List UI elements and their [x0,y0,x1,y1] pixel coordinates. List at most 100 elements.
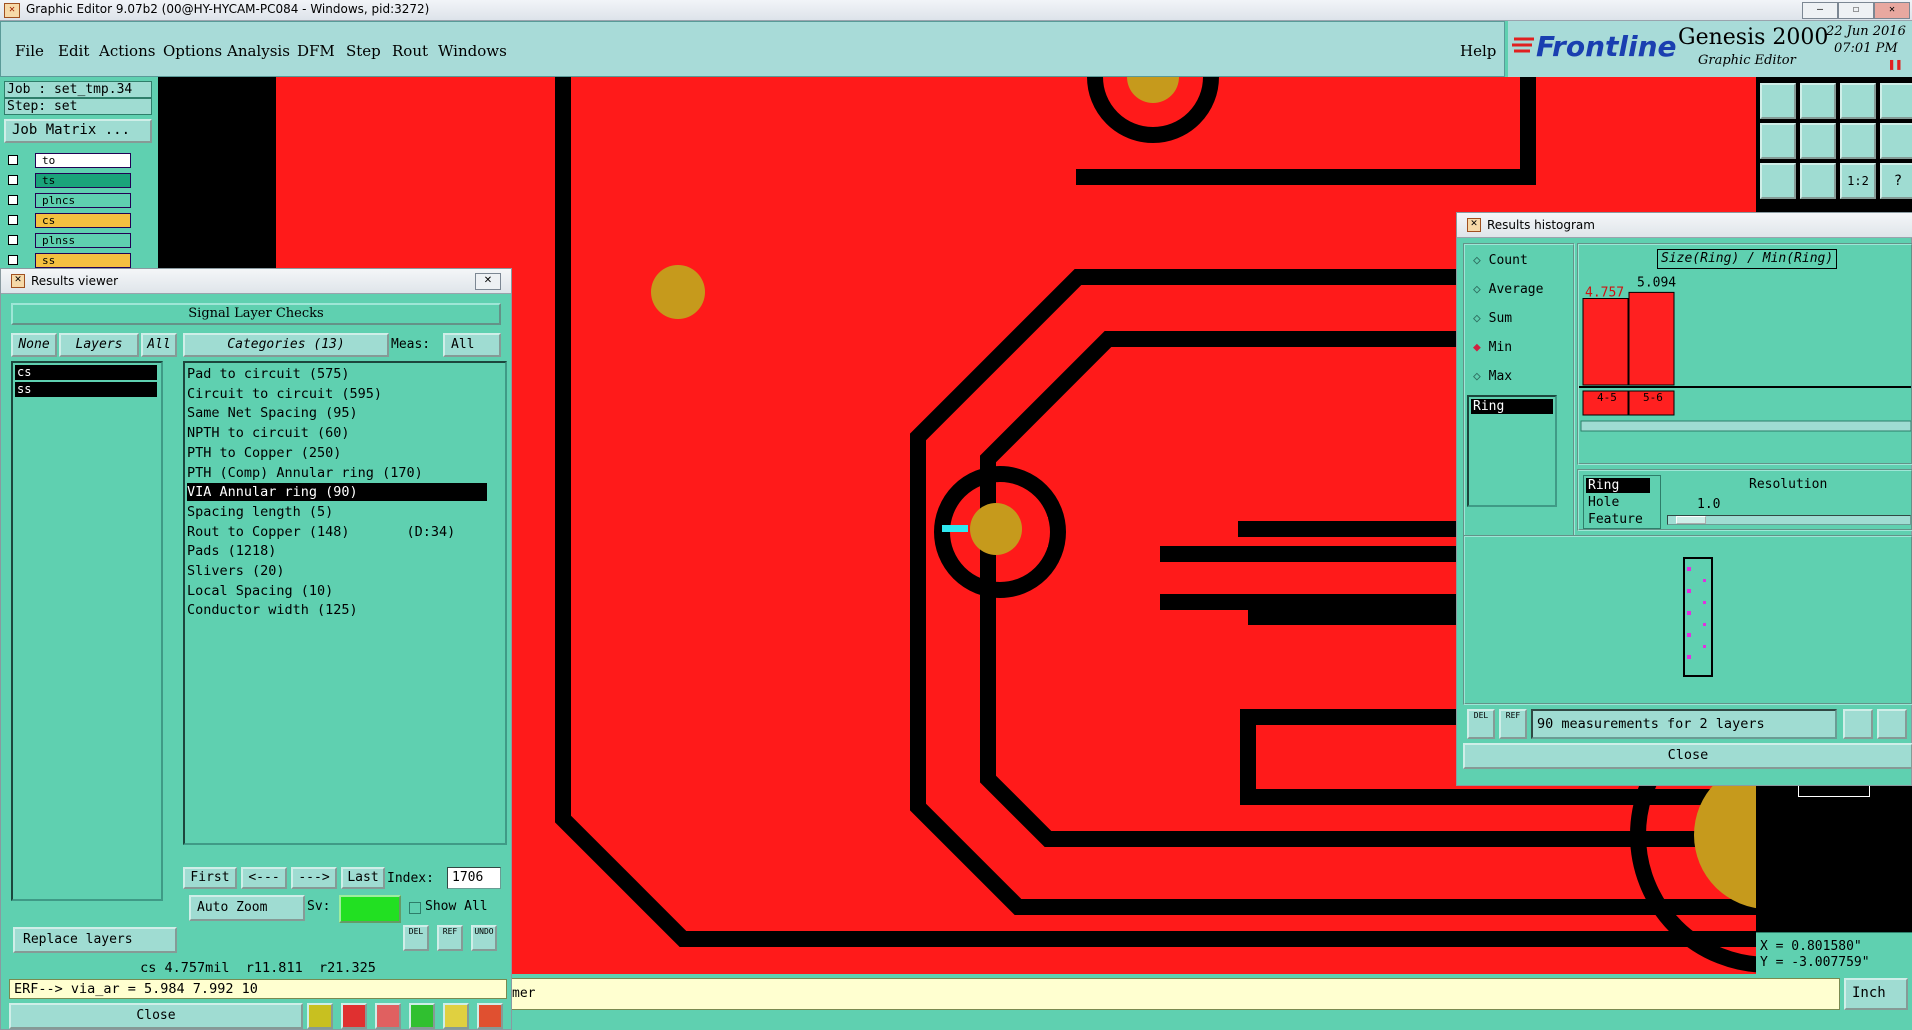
ring-option-list[interactable]: Ring Hole Feature [1583,475,1661,529]
tool-help-icon[interactable]: ? [1880,163,1912,199]
radio-icon[interactable]: ◇ [1473,253,1489,268]
layer-name[interactable]: ss [35,253,131,268]
stat-option-count[interactable]: ◇ Count [1473,253,1528,268]
bottom-tool-5-icon[interactable] [443,1003,469,1029]
category-item[interactable]: PTH (Comp) Annular ring (170) [187,464,487,482]
category-item[interactable]: Slivers (20) [187,562,487,580]
categories-list[interactable]: Pad to circuit (575) Circuit to circuit (… [183,361,507,845]
units-dropdown[interactable]: Inch [1844,978,1908,1010]
tool-move-left-icon[interactable] [1760,123,1796,159]
viewer-close-button[interactable]: Close [9,1003,303,1029]
category-item[interactable]: PTH to Copper (250) [187,444,487,462]
tool-zoom-icon[interactable] [1800,163,1836,199]
last-button[interactable]: Last [341,867,385,889]
stat-option-max[interactable]: ◇ Max [1473,369,1512,384]
layer-row-plncs[interactable]: plncs [8,193,131,208]
histogram-del-button[interactable]: DEL [1467,709,1495,739]
stat-option-average[interactable]: ◇ Average [1473,282,1543,297]
viewer-close-icon[interactable]: ✕ [475,273,501,290]
radio-icon[interactable]: ◇ [1473,369,1489,384]
stat-option-sum[interactable]: ◇ Sum [1473,311,1512,326]
layer-results-list[interactable]: cs ss [11,361,163,901]
category-item[interactable]: Same Net Spacing (95) [187,404,487,422]
layer-result-item[interactable]: ss [15,382,157,397]
all-button[interactable]: All [141,333,177,357]
none-button[interactable]: None [11,333,57,357]
menu-dfm[interactable]: DFM [297,42,335,60]
feature-option[interactable]: Feature [1586,512,1643,527]
menu-analysis[interactable]: Analysis [227,42,290,60]
layer-row-to[interactable]: to [8,153,131,168]
layer-row-ss[interactable]: ss [8,253,131,268]
bottom-tool-4-icon[interactable] [409,1003,435,1029]
radio-icon[interactable]: ◇ [1473,282,1489,297]
layer-checkbox[interactable] [8,155,18,165]
hole-option[interactable]: Hole [1586,495,1619,510]
histogram-export-icon[interactable] [1843,709,1873,739]
menu-actions[interactable]: Actions [99,42,155,60]
resolution-slider[interactable] [1667,515,1911,525]
category-item[interactable]: Rout to Copper (148) (D:34) [187,523,487,541]
histogram-ref-button[interactable]: REF [1499,709,1527,739]
ref-button[interactable]: REF [437,925,463,951]
job-matrix-button[interactable]: Job Matrix ... [4,119,152,143]
layer-name[interactable]: to [35,153,131,168]
minimize-button[interactable]: — [1802,2,1838,19]
tool-home-icon[interactable] [1840,83,1876,119]
undo-button[interactable]: UNDO [471,925,497,951]
layer-result-item[interactable]: cs [15,365,157,380]
ring-option[interactable]: Ring [1586,478,1650,493]
ring-type-item[interactable]: Ring [1471,399,1553,414]
menu-rout[interactable]: Rout [392,42,428,60]
layer-name[interactable]: cs [35,213,131,228]
category-item[interactable]: Pad to circuit (575) [187,365,487,383]
layer-name[interactable]: plncs [35,193,131,208]
layer-checkbox[interactable] [8,215,18,225]
tool-scale-icon[interactable]: 1:2 [1840,163,1876,199]
tool-mirror-icon[interactable] [1840,123,1876,159]
radio-icon[interactable]: ◇ [1473,311,1489,326]
layer-row-cs[interactable]: cs [8,213,131,228]
tool-move-down-icon[interactable] [1800,83,1836,119]
stat-option-min[interactable]: ◆ Min [1473,340,1512,355]
first-button[interactable]: First [183,867,237,889]
category-item[interactable]: Spacing length (5) [187,503,487,521]
layer-name[interactable]: ts [35,173,131,188]
category-item[interactable]: VIA Annular ring (90) [187,483,487,502]
sv-color-dropdown[interactable] [339,895,401,923]
menu-file[interactable]: File [15,42,44,60]
histogram-print-icon[interactable] [1877,709,1907,739]
bottom-tool-6-icon[interactable] [477,1003,503,1029]
menu-windows[interactable]: Windows [438,42,507,60]
layer-name[interactable]: plnss [35,233,131,248]
index-field[interactable]: 1706 [447,867,501,889]
layer-row-plnss[interactable]: plnss [8,233,131,248]
maximize-button[interactable]: ☐ [1838,2,1874,19]
menu-edit[interactable]: Edit [58,42,89,60]
resolution-slider-handle[interactable] [1676,516,1706,524]
category-item[interactable]: Conductor width (125) [187,601,487,619]
auto-zoom-dropdown[interactable]: Auto Zoom [189,895,305,921]
category-item[interactable]: Circuit to circuit (595) [187,385,487,403]
tool-move-up-icon[interactable] [1760,83,1796,119]
tool-window-icon[interactable] [1880,83,1912,119]
layer-checkbox[interactable] [8,195,18,205]
replace-layers-dropdown[interactable]: Replace layers [13,927,177,953]
bottom-tool-1-icon[interactable] [307,1003,333,1029]
ring-type-list[interactable]: Ring [1467,395,1557,507]
layer-checkbox[interactable] [8,235,18,245]
bottom-tool-3-icon[interactable] [375,1003,401,1029]
radio-icon[interactable]: ◆ [1473,340,1489,355]
show-all-checkbox[interactable] [409,902,421,914]
category-item[interactable]: Pads (1218) [187,542,487,560]
layer-checkbox[interactable] [8,175,18,185]
categories-button[interactable]: Categories (13) [183,333,389,357]
histogram-close-button[interactable]: Close [1463,743,1912,769]
close-window-button[interactable]: ✕ [1874,2,1910,19]
category-item[interactable]: Local Spacing (10) [187,582,487,600]
meas-dropdown[interactable]: All [443,333,501,357]
layer-checkbox[interactable] [8,255,18,265]
menu-options[interactable]: Options [163,42,222,60]
layers-button[interactable]: Layers [59,333,139,357]
category-item[interactable]: NPTH to circuit (60) [187,424,487,442]
